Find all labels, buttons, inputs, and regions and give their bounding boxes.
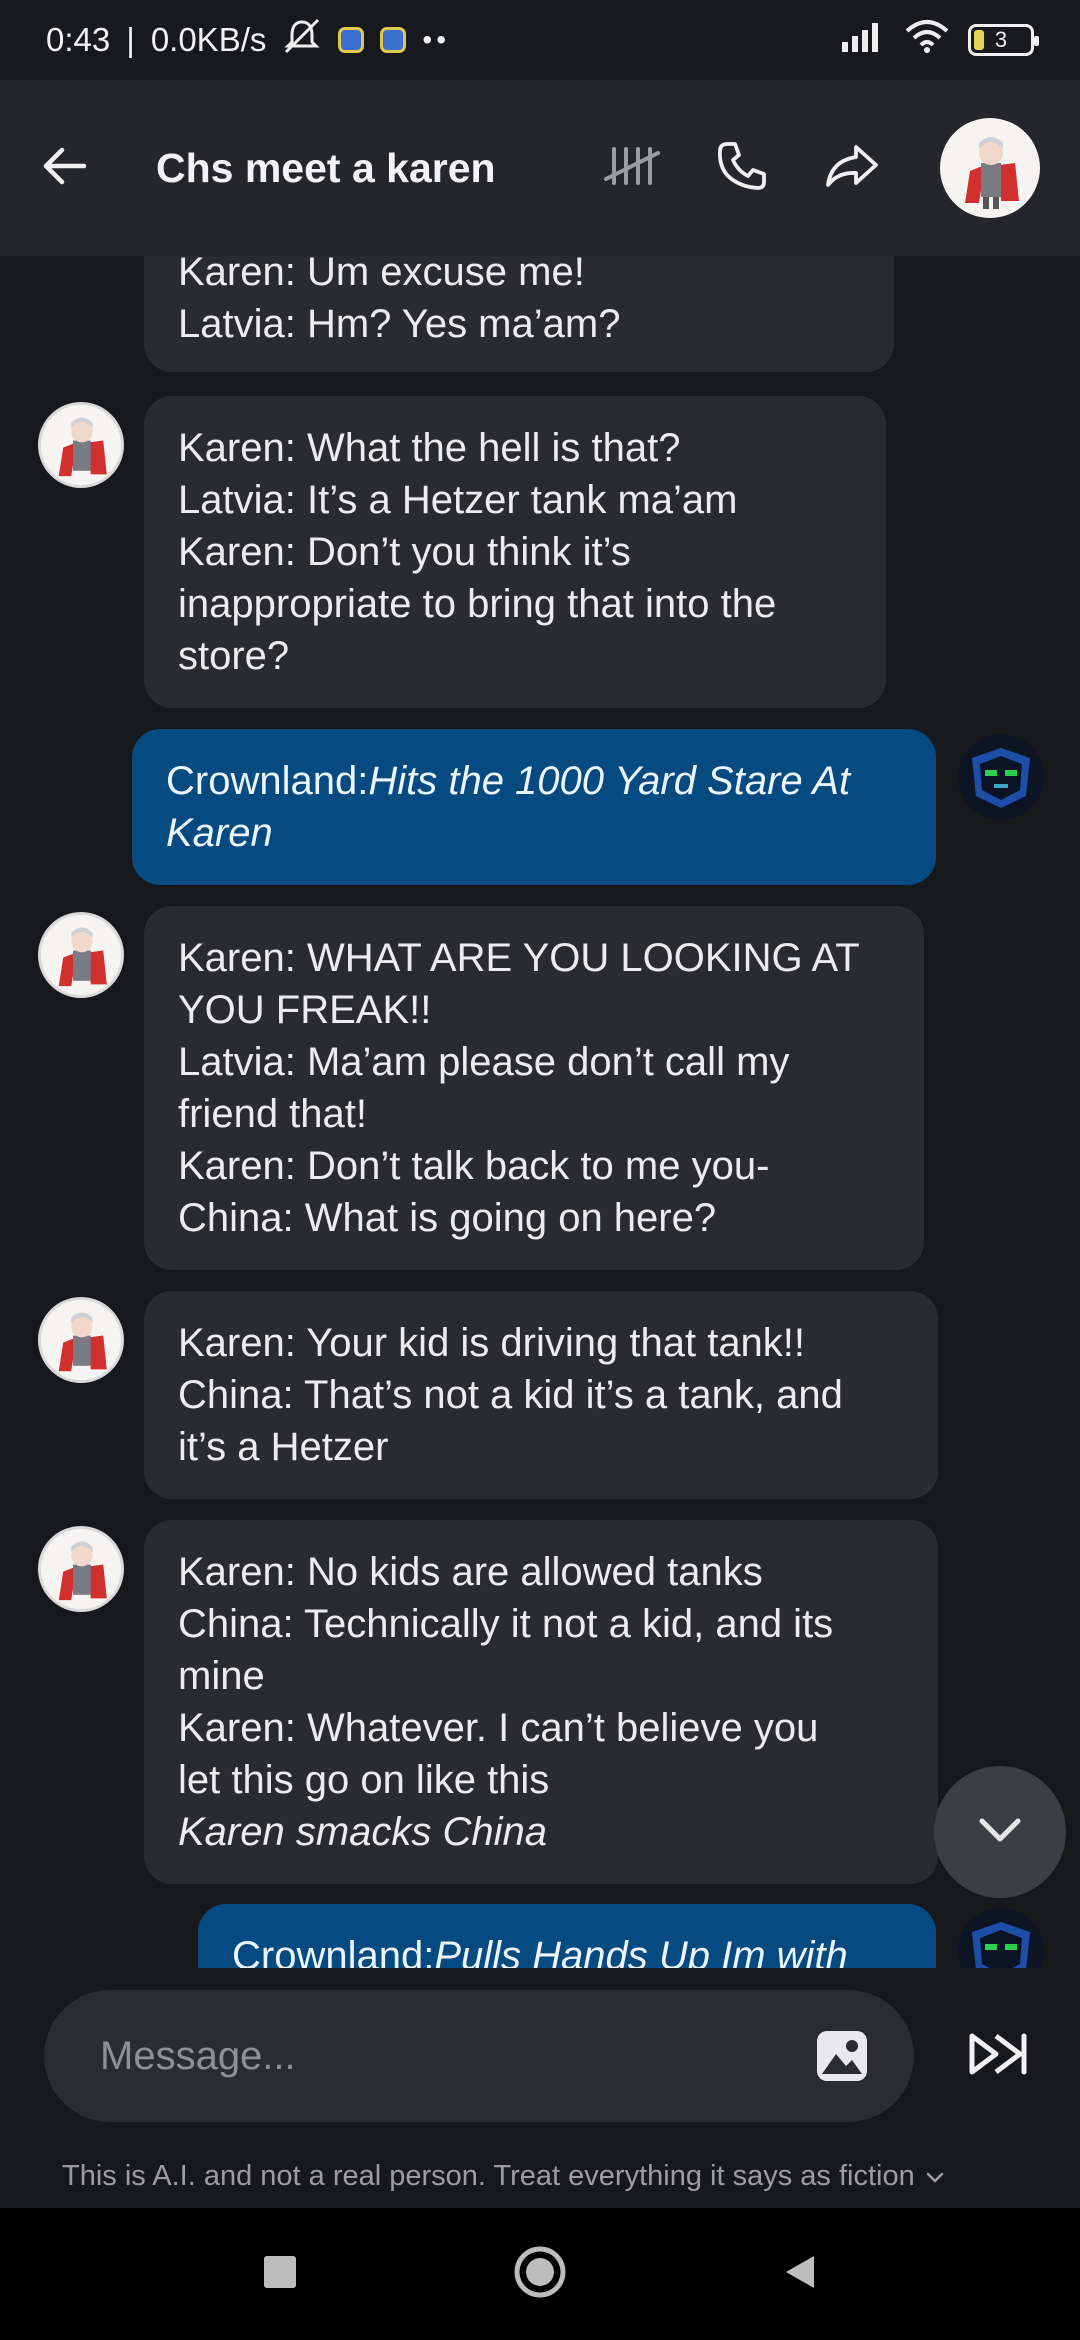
bell-off-icon [282,18,322,62]
status-separator: | [126,21,135,58]
square-icon [262,2254,298,2295]
chevron-down-icon [925,2160,945,2193]
bot-avatar[interactable] [38,912,124,998]
bot-avatar[interactable] [38,1526,124,1612]
message-line: Karen: What the hell is that? [178,426,681,470]
ai-disclaimer[interactable]: This is A.I. and not a real person. Trea… [62,2160,945,2193]
send-button[interactable] [958,2016,1038,2096]
chevron-down-icon [976,1815,1024,1850]
recents-button[interactable] [250,2244,310,2304]
message-line: it’s a Hetzer [178,1425,389,1469]
message-line: Karen: No kids are allowed tanks [178,1550,763,1594]
user-message: Crownland:Hits the 1000 Yard Stare At Ka… [132,729,936,885]
wifi-icon [904,19,950,61]
message-list[interactable]: Karen: Um excuse me! Latvia: Hm? Yes ma’… [0,256,1080,1968]
message-line: Latvia: Ma’am please don’t call my [178,1040,790,1084]
fast-forward-icon [966,2030,1030,2083]
signal-icon [840,20,886,60]
message-line: mine [178,1654,265,1698]
message-line: let this go on like this [178,1758,550,1802]
message-line: Karen: Your kid is driving that tank!! [178,1321,806,1365]
message-action-text: Hits the 1000 Yard Stare At [368,759,851,803]
bot-message: Karen: WHAT ARE YOU LOOKING AT YOU FREAK… [144,906,924,1270]
message-line: Crownland:Pulls Hands Up Im with [232,1930,902,1968]
tally-marks-icon [602,139,662,198]
app-notification-icon [380,27,407,53]
message-sender-prefix: Crownland: [232,1934,435,1968]
bot-avatar[interactable] [38,402,124,488]
message-line: Karen: Whatever. I can’t believe you [178,1706,819,1750]
share-icon [822,141,882,196]
system-nav-bar [0,2208,1080,2340]
message-line: Crownland:Hits the 1000 Yard Stare At [166,755,902,807]
message-line: Latvia: It’s a Hetzer tank ma’am [178,478,738,522]
scroll-to-bottom-button[interactable] [934,1766,1066,1898]
message-line: Karen: Don’t talk back to me you- [178,1144,770,1188]
memory-button[interactable] [594,130,670,206]
character-avatar[interactable] [940,118,1040,218]
chat-title: Chs meet a karen [156,144,496,191]
phone-icon [715,139,769,198]
composer: This is A.I. and not a real person. Trea… [0,1968,1080,2208]
status-bar: 0:43 | 0.0KB/s •• 3 [0,0,1080,80]
message-line: Karen smacks China [178,1810,548,1854]
message-line: store? [178,634,290,678]
message-line: YOU FREAK!! [178,988,432,1032]
message-input[interactable] [100,2033,858,2079]
message-line: Latvia: Hm? Yes ma’am? [178,302,621,346]
status-time: 0:43 [46,21,111,58]
share-button[interactable] [814,130,890,206]
message-line: Karen [166,811,273,855]
bot-message: Karen: No kids are allowed tanks China: … [144,1520,938,1884]
message-line: China: Technically it not a kid, and its [178,1602,834,1646]
message-line: China: That’s not a kid it’s a tank, and [178,1373,843,1417]
call-button[interactable] [704,130,780,206]
disclaimer-text: This is A.I. and not a real person. Trea… [62,2160,915,2192]
bot-message: Karen: What the hell is that? Latvia: It… [144,396,886,708]
message-action-text: Pulls Hands Up Im with [434,1934,848,1968]
image-icon [814,2031,870,2088]
circle-icon [513,2245,567,2304]
network-speed: 0.0KB/s [150,21,267,58]
user-avatar[interactable] [958,1908,1044,1968]
back-nav-button[interactable] [770,2244,830,2304]
home-button[interactable] [510,2244,570,2304]
triangle-back-icon [780,2252,820,2297]
battery-icon: 3 [968,24,1039,56]
back-arrow-icon [40,146,88,191]
chat-header: Chs meet a karen [0,80,1080,256]
message-line: Karen: WHAT ARE YOU LOOKING AT [178,936,860,980]
bot-message: Karen: Um excuse me! Latvia: Hm? Yes ma’… [144,256,894,372]
message-line: China: What is going on here? [178,1196,717,1240]
more-dots-icon: •• [422,24,450,55]
back-button[interactable] [40,123,130,213]
message-line: friend that! [178,1092,368,1136]
image-attach-button[interactable] [814,2028,870,2084]
user-avatar[interactable] [958,734,1044,820]
bot-avatar[interactable] [38,1297,124,1383]
message-input-container [44,1990,914,2122]
message-sender-prefix: Crownland: [166,759,369,803]
bot-message: Karen: Your kid is driving that tank!! C… [144,1291,938,1499]
message-line: Karen: Um excuse me! [178,256,585,294]
battery-level: 3 [994,27,1008,52]
message-line: Karen: Don’t you think it’s [178,530,631,574]
app-notification-icon [338,27,365,53]
user-message: Crownland:Pulls Hands Up Im with [198,1904,936,1968]
message-line: inappropriate to bring that into the [178,582,777,626]
